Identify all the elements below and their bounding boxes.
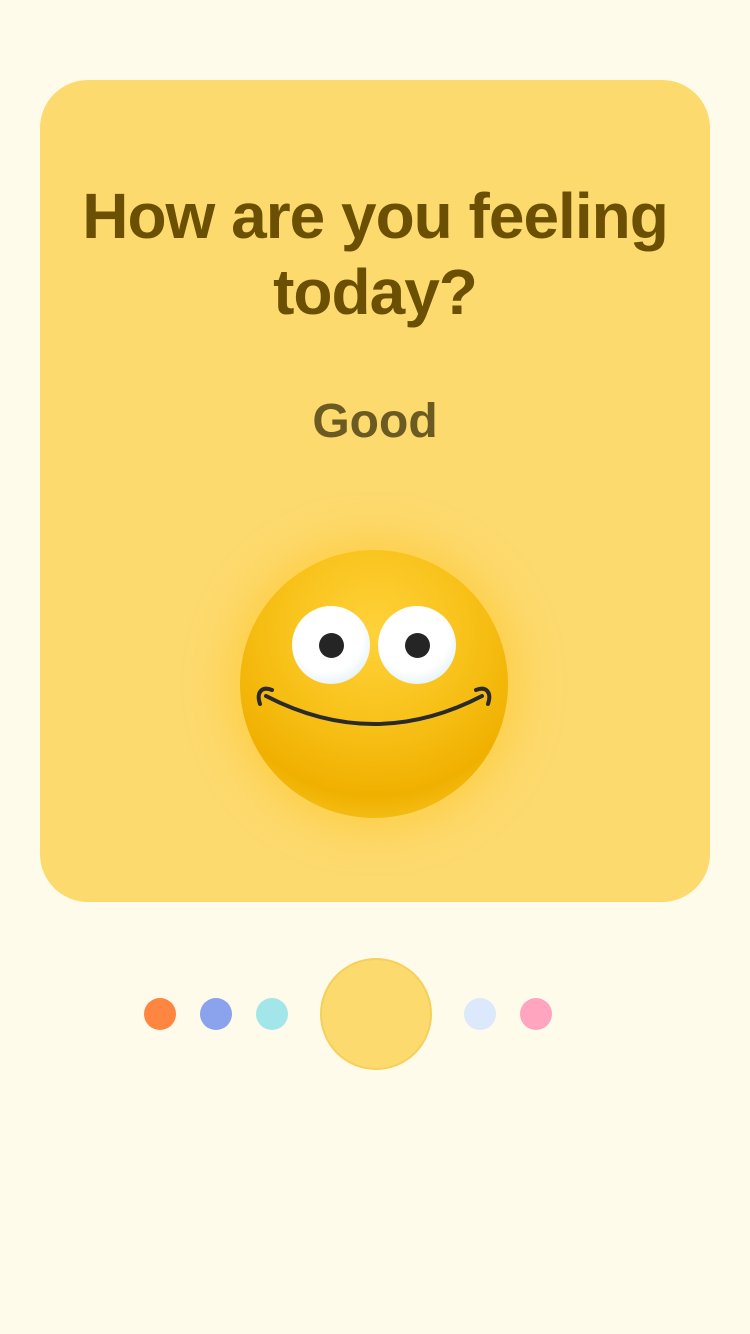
left-pupil bbox=[319, 633, 344, 658]
mood-dot-orange[interactable] bbox=[144, 998, 176, 1030]
mood-dot-pink[interactable] bbox=[520, 998, 552, 1030]
right-pupil bbox=[405, 633, 430, 658]
smile-mouth bbox=[256, 686, 492, 726]
mood-dot-cyan[interactable] bbox=[256, 998, 288, 1030]
mood-card: How are you feeling today? Good bbox=[40, 80, 710, 902]
left-eye bbox=[292, 606, 370, 684]
mood-label: Good bbox=[312, 395, 438, 448]
mood-dot-blue[interactable] bbox=[200, 998, 232, 1030]
mood-selector bbox=[0, 958, 750, 1070]
smiling-face-icon bbox=[240, 550, 508, 818]
right-eye bbox=[378, 606, 456, 684]
mood-dot-selected-yellow[interactable] bbox=[320, 958, 432, 1070]
question-heading: How are you feeling today? bbox=[82, 180, 669, 328]
mood-dot-light-blue[interactable] bbox=[464, 998, 496, 1030]
